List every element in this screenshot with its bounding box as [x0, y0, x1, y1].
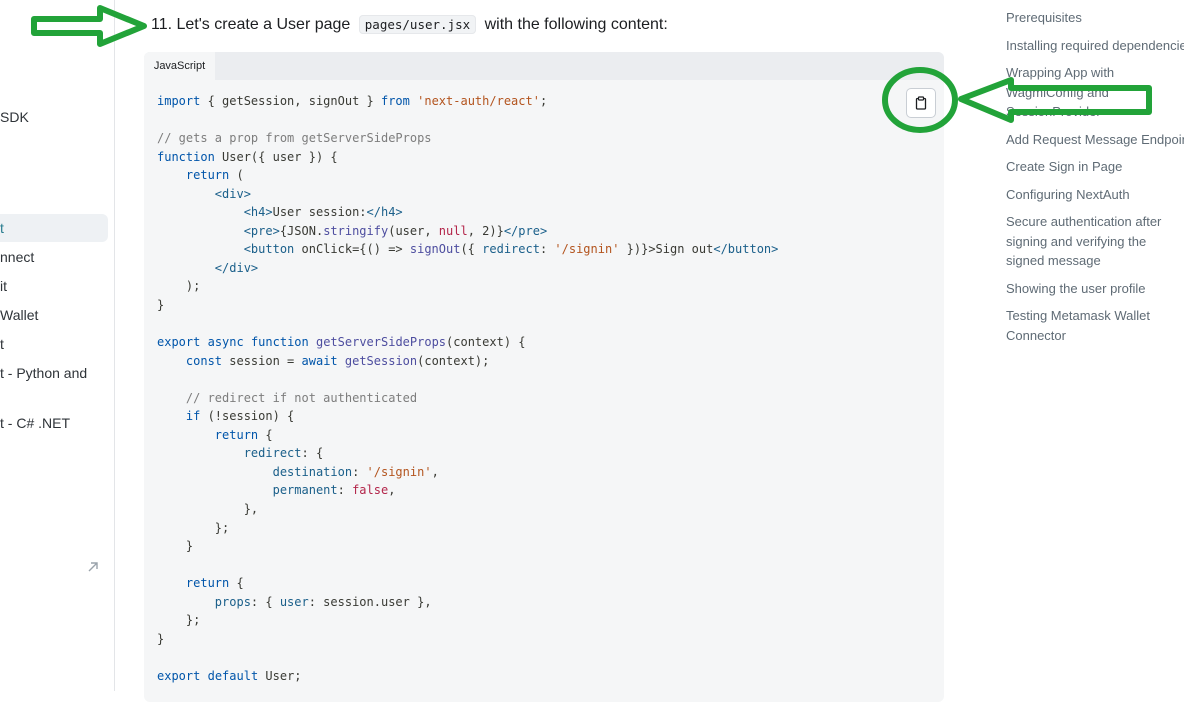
sidebar-item-sdk[interactable]: SDK: [0, 109, 29, 125]
sidebar-item-active[interactable]: t: [0, 214, 108, 242]
sidebar-item-python[interactable]: t - Python and: [0, 365, 87, 381]
annotation-circle-icon: [882, 67, 958, 133]
annotation-arrow-right-icon: [31, 5, 147, 47]
toc-item[interactable]: Prerequisites: [1006, 8, 1184, 28]
toc-item[interactable]: Testing Metamask Wallet Connector: [1006, 306, 1171, 345]
file-path-code: pages/user.jsx: [358, 15, 477, 34]
toc-item[interactable]: Configuring NextAuth: [1006, 185, 1184, 205]
toc-item[interactable]: Add Request Message Endpoint: [1006, 130, 1184, 150]
code-tab-bar: JavaScript: [144, 52, 944, 80]
code-content: import { getSession, signOut } from 'nex…: [157, 94, 779, 683]
toc-item[interactable]: Showing the user profile: [1006, 279, 1184, 299]
step-text: 11. Let's create a User page: [151, 16, 351, 33]
tab-javascript[interactable]: JavaScript: [144, 52, 215, 80]
sidebar-item-connect[interactable]: nnect: [0, 249, 34, 265]
sidebar-item-it[interactable]: it: [0, 278, 7, 294]
toc-item[interactable]: Create Sign in Page: [1006, 157, 1184, 177]
sidebar-item-t[interactable]: t: [0, 336, 4, 352]
left-sidebar: SDK t nnect it Wallet t t - Python and t…: [0, 0, 115, 691]
sidebar-item-csharp[interactable]: t - C# .NET: [0, 415, 70, 431]
step-heading: 11. Let's create a User page pages/user.…: [151, 15, 668, 34]
toc-item[interactable]: Secure authentication after signing and …: [1006, 212, 1184, 271]
annotation-arrow-left-icon: [958, 77, 1152, 123]
code-block: JavaScript import { getSession, signOut …: [144, 52, 944, 702]
step-text-after: with the following content:: [484, 16, 668, 33]
toc-item[interactable]: Installing required dependencies: [1006, 36, 1184, 56]
sidebar-item-wallet[interactable]: Wallet: [0, 307, 38, 323]
arrow-up-right-icon[interactable]: [86, 560, 100, 574]
